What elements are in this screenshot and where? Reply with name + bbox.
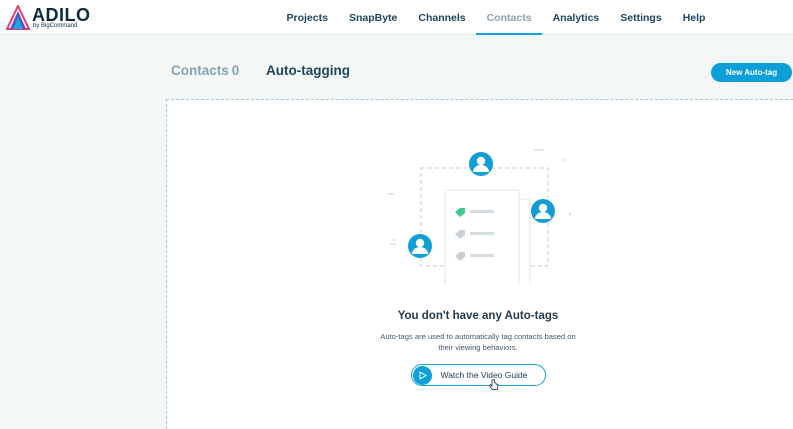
main-nav: Projects SnapByte Channels Contacts Anal…: [276, 0, 716, 35]
brand-logo[interactable]: ADILO by BigCommand: [6, 4, 106, 31]
contacts-count: 0: [231, 63, 240, 78]
nav-settings[interactable]: Settings: [610, 0, 672, 35]
brand-tagline: by BigCommand: [33, 23, 78, 29]
nav-help[interactable]: Help: [672, 0, 716, 35]
adilo-triangle-logo-icon: [6, 5, 30, 30]
contacts-document-illustration-icon: [388, 149, 571, 295]
top-navigation-bar: ADILO by BigCommand Projects SnapByte Ch…: [0, 0, 793, 35]
watch-video-guide-button[interactable]: Watch the Video Guide: [411, 364, 546, 386]
tab-contacts-label: Contacts: [171, 63, 229, 78]
nav-analytics[interactable]: Analytics: [542, 0, 610, 35]
empty-state-title: You don't have any Auto-tags: [397, 310, 559, 322]
tab-auto-tagging[interactable]: Auto-tagging: [266, 63, 350, 78]
empty-state-description: Auto-tags are used to automatically tag …: [380, 332, 576, 352]
new-auto-tag-button[interactable]: New Auto-tag: [711, 63, 792, 82]
tab-contacts[interactable]: Contacts 0: [171, 63, 239, 78]
hand-cursor-icon: [489, 379, 499, 390]
nav-channels[interactable]: Channels: [408, 0, 476, 35]
nav-projects[interactable]: Projects: [276, 0, 338, 35]
video-guide-label: Watch the Video Guide: [440, 370, 528, 380]
nav-contacts[interactable]: Contacts: [476, 0, 543, 35]
nav-snapbyte[interactable]: SnapByte: [338, 0, 407, 35]
empty-state-illustration: [384, 144, 574, 295]
play-icon: [412, 365, 432, 385]
